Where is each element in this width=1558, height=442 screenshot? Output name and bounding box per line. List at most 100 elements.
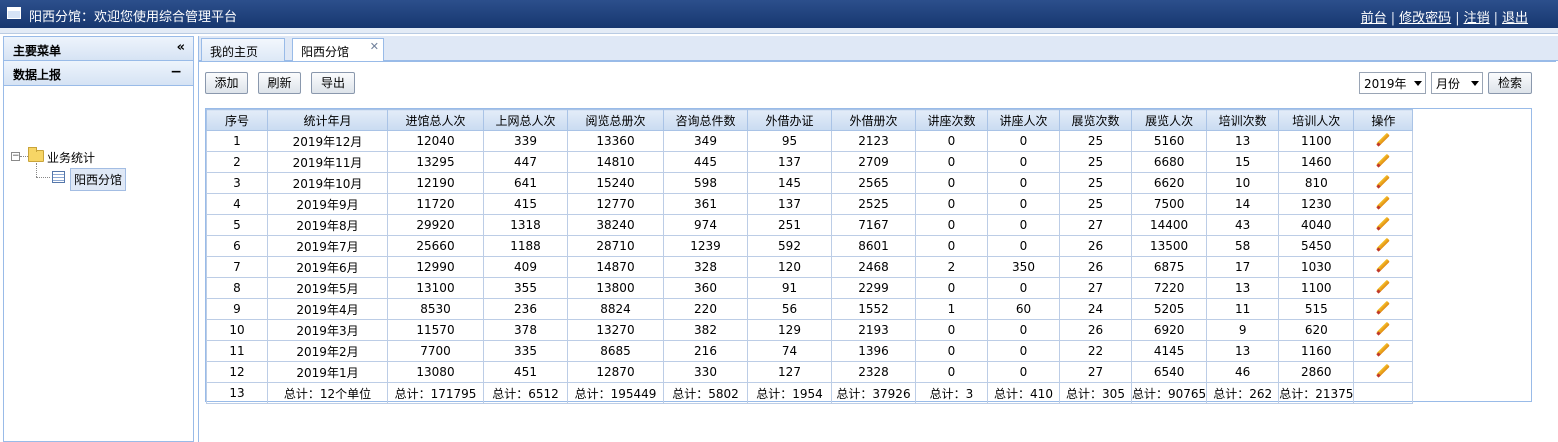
table-cell: 335 xyxy=(483,340,568,362)
table-cell: 2019年3月 xyxy=(267,319,388,341)
table-cell: 43 xyxy=(1206,214,1280,236)
table-cell-actions xyxy=(1353,361,1414,383)
table-cell: 28710 xyxy=(567,235,664,257)
stats-table: 序号 统计年月 进馆总人次 上网总人次 阅览总册次 咨询总件数 外借办证 外借册次 讲座次数 讲座… xyxy=(206,109,1414,404)
table-cell: 127 xyxy=(747,361,832,383)
table-cell: 10 xyxy=(206,319,268,341)
table-cell: 330 xyxy=(663,361,748,383)
table-cell: 1 xyxy=(915,298,988,320)
table-cell: 0 xyxy=(987,340,1060,362)
table-cell: 2019年2月 xyxy=(267,340,388,362)
pencil-icon[interactable] xyxy=(1375,259,1391,273)
table-cell: 1 xyxy=(206,130,268,152)
table-cell: 13080 xyxy=(387,361,484,383)
tab-yangxi-branch[interactable]: 阳西分馆 ✕ xyxy=(292,38,384,62)
pencil-icon[interactable] xyxy=(1375,238,1391,252)
table-cell: 1239 xyxy=(663,235,748,257)
table-cell: 12040 xyxy=(387,130,484,152)
header-strip xyxy=(0,28,1558,34)
link-change-password[interactable]: 修改密码 xyxy=(1399,11,1451,26)
table-cell: 350 xyxy=(987,256,1060,278)
search-button[interactable]: 检索 xyxy=(1488,72,1532,94)
table-cell: 6540 xyxy=(1130,361,1208,383)
table-cell: 1100 xyxy=(1278,277,1355,299)
table-cell: 9 xyxy=(1206,319,1280,341)
table-cell: 137 xyxy=(747,151,832,173)
add-button[interactable]: 添加 xyxy=(205,72,248,94)
pencil-icon[interactable] xyxy=(1375,301,1391,315)
total-cell: 总计：37926 xyxy=(831,382,916,404)
table-cell: 1230 xyxy=(1278,193,1355,215)
table-row: 4 2019年9月 11720 415 12770 361 137 2525 0 0 25 7500 1… xyxy=(206,193,1414,215)
link-logout[interactable]: 注销 xyxy=(1464,11,1490,26)
tab-home[interactable]: 我的主页 xyxy=(201,38,285,61)
table-cell: 24 xyxy=(1059,298,1132,320)
table-cell-actions xyxy=(1353,256,1414,278)
total-cell: 总计：5802 xyxy=(663,382,748,404)
table-cell: 1188 xyxy=(483,235,568,257)
table-cell: 6920 xyxy=(1130,319,1208,341)
collapse-icon[interactable]: « xyxy=(177,40,185,55)
tree-leaf-yangxi-branch[interactable]: 阳西分馆 xyxy=(70,168,127,191)
table-cell: 46 xyxy=(1206,361,1280,383)
tree-toggle-icon[interactable]: − xyxy=(11,152,20,161)
column-header: 培训人次 xyxy=(1278,109,1355,131)
link-exit[interactable]: 退出 xyxy=(1502,11,1528,26)
refresh-button[interactable]: 刷新 xyxy=(258,72,301,94)
chevron-down-icon xyxy=(1414,81,1422,86)
table-cell: 1160 xyxy=(1278,340,1355,362)
table-cell: 8601 xyxy=(831,235,916,257)
sidebar: 主要菜单 « 数据上报 − − 业务统计 阳西分馆 xyxy=(3,36,194,442)
column-header: 上网总人次 xyxy=(483,109,568,131)
table-cell: 8824 xyxy=(567,298,664,320)
table-cell: 7167 xyxy=(831,214,916,236)
table-cell: 38240 xyxy=(567,214,664,236)
link-frontend[interactable]: 前台 xyxy=(1361,11,1387,26)
sidebar-section-data-report[interactable]: 数据上报 − xyxy=(4,61,193,86)
table-row: 3 2019年10月 12190 641 15240 598 145 2565 0 0 25 6620… xyxy=(206,172,1414,194)
table-cell: 4040 xyxy=(1278,214,1355,236)
export-button[interactable]: 导出 xyxy=(311,72,355,94)
table-cell: 6 xyxy=(206,235,268,257)
pencil-icon[interactable] xyxy=(1375,343,1391,357)
table-cell: 17 xyxy=(1206,256,1280,278)
pencil-icon[interactable] xyxy=(1375,322,1391,336)
table-cell: 60 xyxy=(987,298,1060,320)
pencil-icon[interactable] xyxy=(1375,364,1391,378)
table-row: 8 2019年5月 13100 355 13800 360 91 2299 0 0 27 7220 13… xyxy=(206,277,1414,299)
pencil-icon[interactable] xyxy=(1375,175,1391,189)
pencil-icon[interactable] xyxy=(1375,133,1391,147)
month-select[interactable]: 月份 xyxy=(1431,72,1483,94)
table-cell: 2123 xyxy=(831,130,916,152)
table-cell: 0 xyxy=(915,340,988,362)
table-cell: 7700 xyxy=(387,340,484,362)
table-cell-actions xyxy=(1353,277,1414,299)
table-cell: 0 xyxy=(915,172,988,194)
main-panel: 我的主页 阳西分馆 ✕ 添加 刷新 导出 2019年 月份 检索 序号 统计年月进… xyxy=(198,36,1558,442)
table-cell: 2468 xyxy=(831,256,916,278)
column-header: 外借册次 xyxy=(831,109,916,131)
pencil-icon[interactable] xyxy=(1375,217,1391,231)
year-select[interactable]: 2019年 xyxy=(1359,72,1426,94)
table-cell: 445 xyxy=(663,151,748,173)
section-collapse-icon[interactable]: − xyxy=(170,64,182,80)
pencil-icon[interactable] xyxy=(1375,196,1391,210)
table-cell-actions xyxy=(1353,214,1414,236)
total-cell: 总计：195449 xyxy=(567,382,664,404)
total-cell: 总计：1954 xyxy=(747,382,832,404)
table-cell-actions xyxy=(1353,130,1414,152)
table-cell: 2525 xyxy=(831,193,916,215)
table-icon xyxy=(52,171,65,183)
column-header: 阅览总册次 xyxy=(567,109,664,131)
total-cell xyxy=(1353,382,1414,404)
pencil-icon[interactable] xyxy=(1375,280,1391,294)
table-cell: 56 xyxy=(747,298,832,320)
pencil-icon[interactable] xyxy=(1375,154,1391,168)
top-header: 阳西分馆：欢迎您使用综合管理平台 前台 | 修改密码 | 注销 | 退出 xyxy=(0,0,1558,28)
tree-folder-business-stats[interactable]: 业务统计 xyxy=(47,149,95,166)
chevron-down-icon xyxy=(1471,81,1479,86)
toolbar: 添加 刷新 导出 2019年 月份 检索 xyxy=(199,72,1558,96)
table-cell: 620 xyxy=(1278,319,1355,341)
close-icon[interactable]: ✕ xyxy=(370,40,379,53)
table-cell: 74 xyxy=(747,340,832,362)
